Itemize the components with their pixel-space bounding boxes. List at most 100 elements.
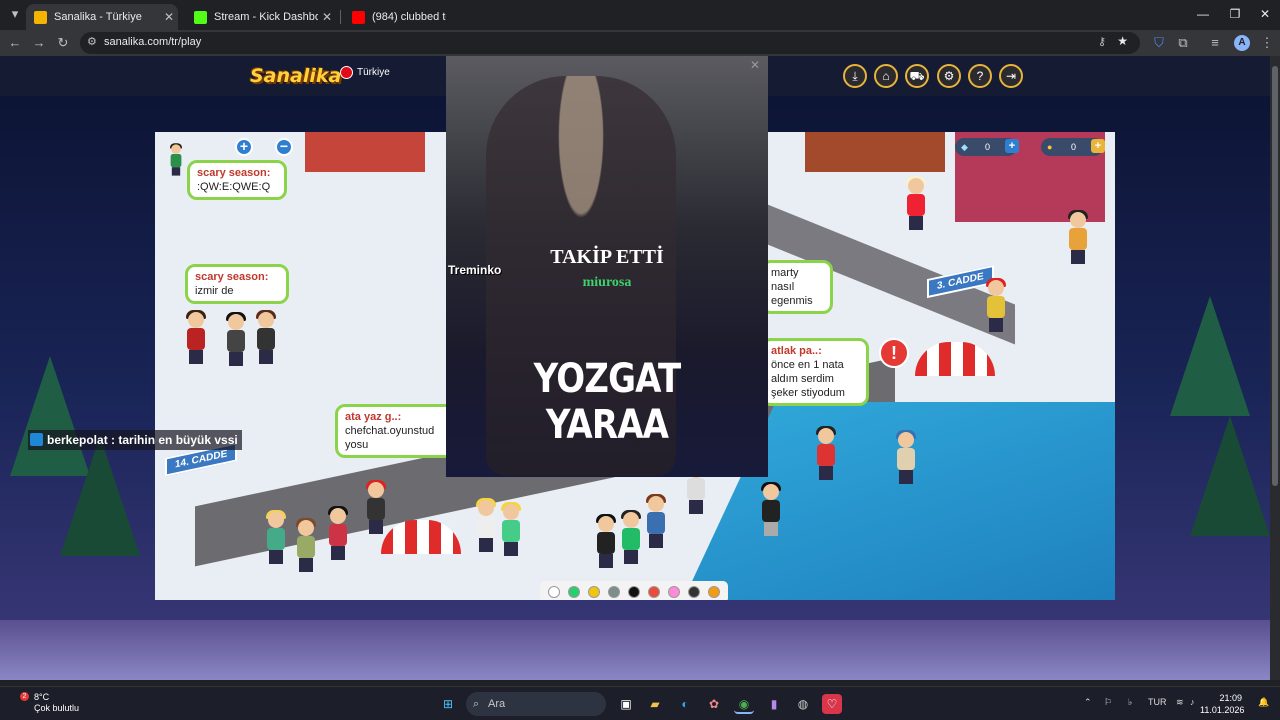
zoom-out-button[interactable]: − bbox=[275, 138, 293, 156]
tab-kick-dashboard[interactable]: Stream - Kick Dashboard ✕ bbox=[186, 4, 336, 30]
bubble-author: scary season: bbox=[195, 271, 269, 283]
maximize-button[interactable]: ❐ bbox=[1218, 4, 1252, 24]
taskbar-search[interactable]: ⌕ Ara bbox=[466, 692, 606, 716]
color-dot[interactable] bbox=[668, 586, 680, 598]
pine-tree-decoration bbox=[60, 436, 140, 556]
task-view-icon[interactable]: ▣ bbox=[616, 694, 636, 714]
bubble-author: scary season: bbox=[197, 167, 271, 179]
chrome-icon[interactable]: ◉ bbox=[734, 694, 754, 714]
app-icon[interactable]: ♡ bbox=[822, 694, 842, 714]
back-icon[interactable]: ← bbox=[4, 33, 26, 53]
logout-icon[interactable]: ⇥ bbox=[999, 64, 1023, 88]
help-icon[interactable]: ? bbox=[968, 64, 992, 88]
password-key-icon[interactable]: ⚷ bbox=[1098, 35, 1106, 48]
shield-extension-icon[interactable]: ⛉ bbox=[1148, 33, 1170, 53]
avatar-character[interactable] bbox=[327, 506, 349, 560]
avatar-character[interactable] bbox=[475, 498, 497, 552]
reload-icon[interactable]: ↻ bbox=[52, 33, 74, 53]
reading-list-icon[interactable]: ≡ bbox=[1204, 33, 1226, 53]
coin-count: 0 bbox=[1071, 142, 1077, 152]
snow-ground-decoration bbox=[0, 620, 1270, 680]
site-info-icon[interactable]: ⚙ bbox=[87, 35, 97, 48]
wifi-icon[interactable]: ≋ bbox=[1176, 697, 1184, 708]
avatar-character[interactable] bbox=[645, 494, 667, 548]
notifications-icon[interactable]: 🔔 bbox=[1258, 697, 1269, 708]
bookmark-star-icon[interactable]: ★ bbox=[1117, 34, 1128, 48]
sanalika-logo[interactable]: Sanalika bbox=[250, 65, 341, 87]
avatar-character[interactable] bbox=[595, 514, 617, 568]
avatar-character[interactable] bbox=[500, 502, 522, 556]
color-dot[interactable] bbox=[588, 586, 600, 598]
follower-name: miurosa bbox=[582, 275, 632, 290]
tab-sanalika[interactable]: Sanalika - Türkiye ✕ bbox=[26, 4, 178, 30]
settings-icon[interactable]: ⚙ bbox=[937, 64, 961, 88]
download-icon[interactable]: ⤓ bbox=[843, 64, 867, 88]
obs-icon[interactable]: ◍ bbox=[793, 694, 813, 714]
extensions-icon[interactable]: ⧉ bbox=[1172, 33, 1194, 53]
tab-label: (984) clubbed to death bbox=[372, 11, 446, 23]
tray-overflow-icon[interactable]: ⌃ bbox=[1084, 697, 1092, 708]
microphone-icon[interactable]: ♭ bbox=[1128, 697, 1132, 708]
pine-tree-decoration bbox=[1190, 416, 1270, 536]
avatar-character[interactable] bbox=[815, 426, 837, 480]
kick-favicon bbox=[194, 10, 207, 24]
avatar-character[interactable] bbox=[1067, 210, 1089, 264]
tab-close-icon[interactable]: ✕ bbox=[318, 10, 336, 24]
browser-menu-icon[interactable]: ⋮ bbox=[1256, 33, 1278, 53]
edge-icon[interactable]: ◐ bbox=[675, 694, 695, 714]
color-dot[interactable] bbox=[648, 586, 660, 598]
profile-avatar[interactable]: A bbox=[1234, 35, 1250, 51]
avatar-character[interactable] bbox=[760, 482, 782, 536]
add-coins-button[interactable]: + bbox=[1091, 139, 1105, 153]
copilot-icon[interactable]: ✿ bbox=[704, 694, 724, 714]
color-dot[interactable] bbox=[608, 586, 620, 598]
language-indicator[interactable]: TUR bbox=[1148, 697, 1167, 707]
color-dot[interactable] bbox=[628, 586, 640, 598]
avatar-character[interactable] bbox=[185, 310, 207, 364]
bubble-text: önce en 1 nata aldım serdim şeker stiyod… bbox=[771, 359, 845, 399]
clock-time: 21:09 bbox=[1219, 693, 1242, 703]
clock-date: 11.01.2026 bbox=[1200, 705, 1245, 715]
alert-icon[interactable]: ! bbox=[879, 338, 909, 368]
home-icon[interactable]: ⌂ bbox=[874, 64, 898, 88]
page-scrollbar[interactable] bbox=[1270, 56, 1280, 680]
bubble-author: ata yaz g..: bbox=[345, 411, 402, 423]
zoom-in-button[interactable]: + bbox=[235, 138, 253, 156]
shop-building bbox=[305, 132, 425, 172]
avatar-character[interactable] bbox=[365, 480, 387, 534]
close-window-button[interactable]: ✕ bbox=[1248, 4, 1280, 24]
overlay-close-icon[interactable]: ✕ bbox=[750, 58, 760, 72]
tab-close-icon[interactable]: ✕ bbox=[160, 10, 178, 24]
avatar-character[interactable] bbox=[295, 518, 317, 572]
tray-icon[interactable]: ⚐ bbox=[1104, 697, 1112, 708]
scrollbar-thumb[interactable] bbox=[1272, 66, 1278, 486]
avatar-character[interactable] bbox=[255, 310, 277, 364]
avatar-character[interactable] bbox=[225, 312, 247, 366]
avatar-character[interactable] bbox=[895, 430, 917, 484]
address-bar[interactable]: ⚙ sanalika.com/tr/play ⚷ ★ bbox=[80, 32, 1140, 54]
color-dot[interactable] bbox=[568, 586, 580, 598]
color-dot[interactable] bbox=[548, 586, 560, 598]
color-dot[interactable] bbox=[688, 586, 700, 598]
avatar-character[interactable] bbox=[620, 510, 642, 564]
cart-icon[interactable]: ⛟ bbox=[905, 64, 929, 88]
url-text: sanalika.com/tr/play bbox=[104, 36, 202, 48]
tab-search-icon[interactable]: ▾ bbox=[4, 4, 26, 24]
taskbar-clock[interactable]: 21:09 11.01.2026 bbox=[1200, 692, 1245, 716]
color-dot[interactable] bbox=[708, 586, 720, 598]
file-explorer-icon[interactable]: ▰ bbox=[645, 694, 665, 714]
avatar-character[interactable] bbox=[985, 278, 1007, 332]
volume-icon[interactable]: ♪ bbox=[1190, 697, 1195, 707]
minimize-button[interactable]: — bbox=[1186, 4, 1220, 24]
tab-youtube[interactable]: (984) clubbed to death bbox=[344, 4, 446, 30]
country-selector[interactable]: Türkiye bbox=[340, 66, 390, 79]
weather-badge: 2 bbox=[20, 692, 29, 701]
player-avatar[interactable] bbox=[169, 143, 182, 176]
windows-start-icon[interactable]: ⊞ bbox=[438, 694, 458, 714]
forward-icon[interactable]: → bbox=[28, 33, 50, 53]
twitch-icon[interactable]: ▮ bbox=[764, 694, 784, 714]
avatar-character[interactable] bbox=[265, 510, 287, 564]
avatar-character[interactable] bbox=[905, 176, 927, 230]
add-diamonds-button[interactable]: + bbox=[1005, 139, 1019, 153]
hat-shop-building bbox=[805, 132, 945, 172]
